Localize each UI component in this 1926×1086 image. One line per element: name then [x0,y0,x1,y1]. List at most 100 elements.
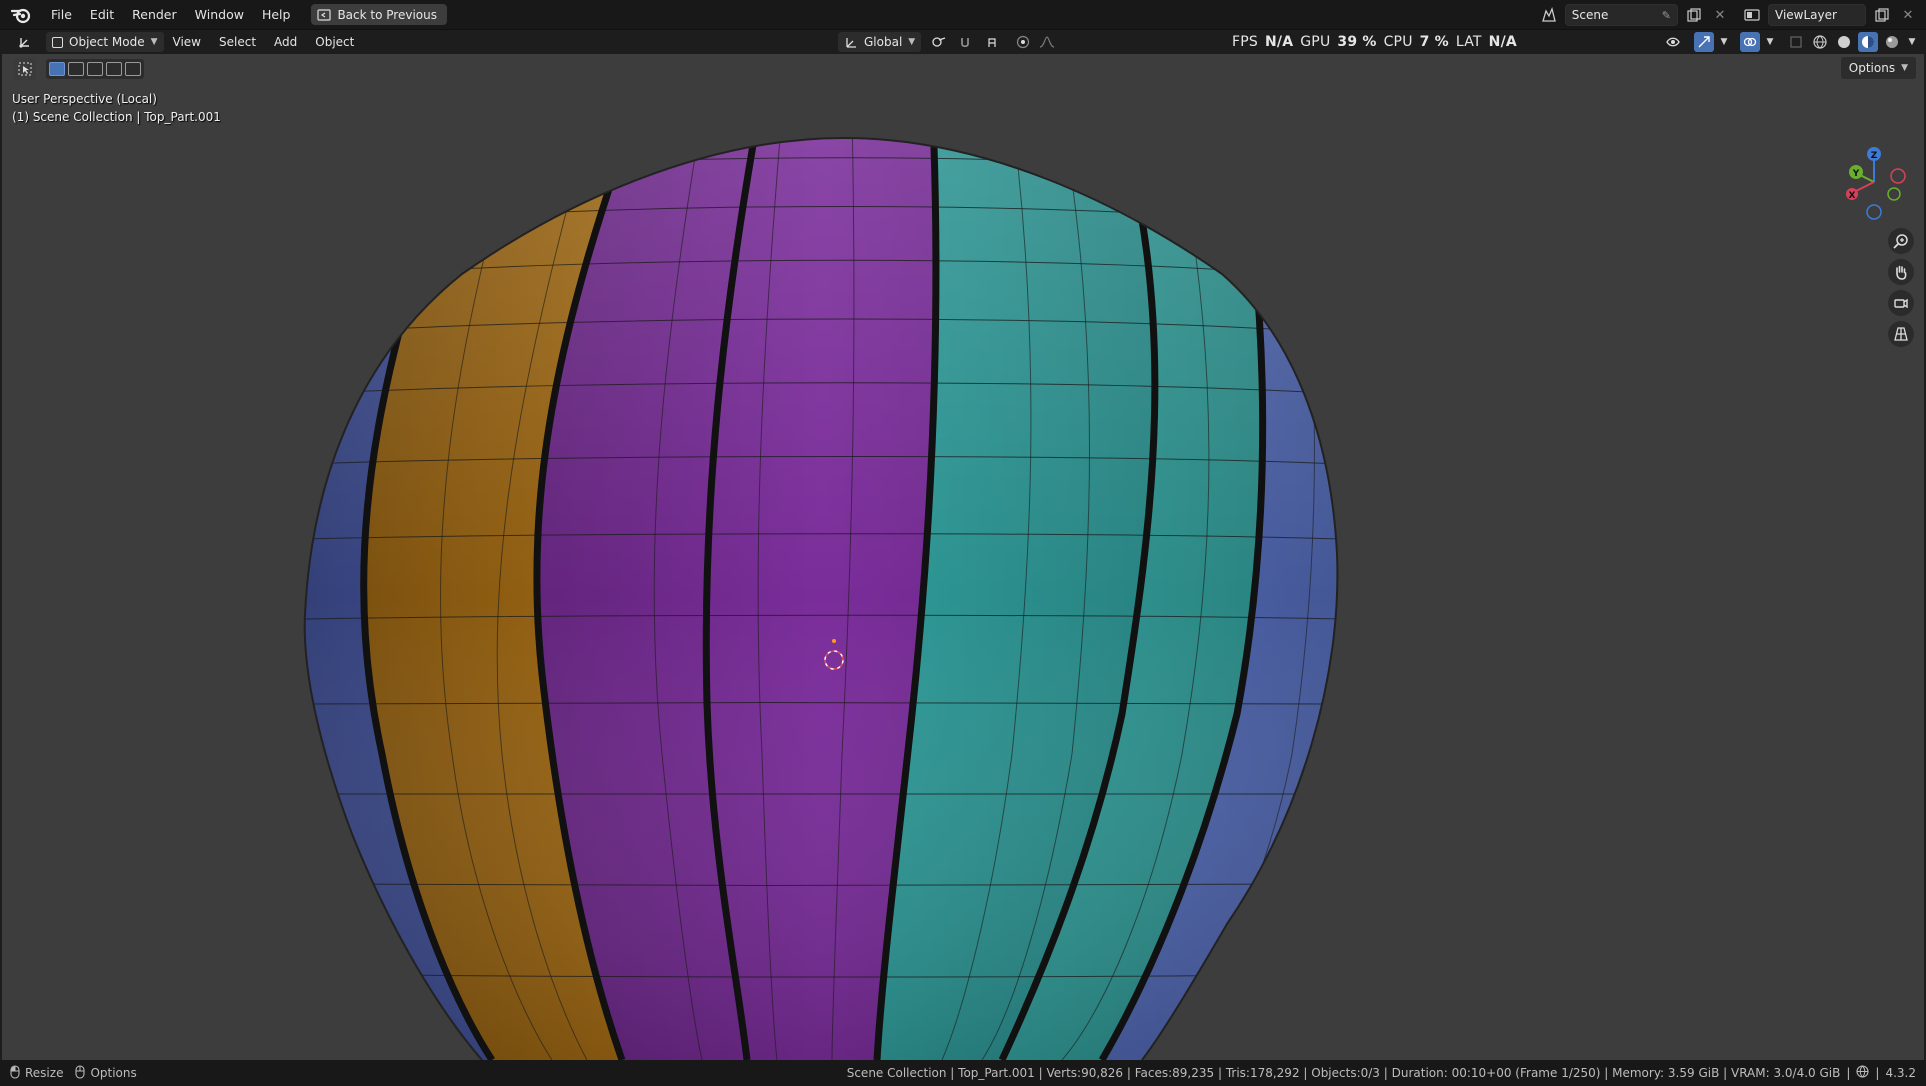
menu-help[interactable]: Help [253,4,300,26]
cpu-value: 7 % [1419,34,1449,50]
visibility-selectability-icon[interactable] [1660,32,1690,52]
gizmo-toggle-icon[interactable] [1694,32,1714,52]
chevron-down-icon: ▼ [1901,63,1908,73]
3d-viewport[interactable]: Z Y X [2,54,1924,1060]
material-preview-shading-icon[interactable] [1858,32,1878,52]
scene-name: Scene [1571,8,1609,22]
viewport-header: Object Mode ▼ View Select Add Object Glo… [0,30,1926,54]
extend-selection-icon[interactable] [68,62,84,76]
camera-view-icon[interactable] [1888,290,1914,316]
mouse-left-icon [10,1064,20,1082]
options-hint-label: Options [90,1066,137,1080]
blender-window: File Edit Render Window Help Back to Pre… [0,0,1926,1086]
wireframe-shading-icon[interactable] [1810,32,1830,52]
editor-type-icon[interactable] [16,32,36,52]
overlays-toggle-icon[interactable] [1740,32,1760,52]
lat-label: LAT [1455,34,1482,50]
orientation-axes-icon [846,38,856,48]
pin-icon[interactable]: ✎ [1662,9,1671,22]
rendered-shading-icon[interactable] [1882,32,1902,52]
proportional-editing-icon[interactable] [1013,32,1033,52]
perspective-toggle-icon[interactable] [1888,321,1914,347]
lat-value: N/A [1488,34,1517,50]
pan-hand-icon[interactable] [1888,259,1914,285]
menu-file[interactable]: File [42,4,81,26]
scene-controls: Scene ✎ ✕ ViewLayer ✕ [1539,4,1918,26]
falloff-icon[interactable] [1037,32,1057,52]
menu-edit[interactable]: Edit [81,4,123,26]
new-scene-icon[interactable] [1684,5,1704,25]
delete-view-layer-icon[interactable]: ✕ [1898,5,1918,25]
scene-statistics-text: Scene Collection | Top_Part.001 | Verts:… [846,1066,1841,1080]
chevron-down-icon[interactable]: ▼ [1718,32,1730,52]
chevron-down-icon[interactable]: ▼ [1764,32,1776,52]
navigation-tools [1888,228,1914,347]
blender-logo-icon[interactable] [8,2,34,28]
resize-hint: Resize [10,1064,63,1082]
snap-icon[interactable] [957,32,977,52]
gizmo-y-label: Y [1852,169,1860,179]
selection-mode-group [46,59,144,79]
gpu-value: 39 % [1337,34,1377,50]
transform-orientation-label: Global [864,35,903,49]
options-label: Options [1848,61,1896,75]
chevron-down-icon[interactable]: ▼ [1906,32,1918,52]
snap-target-icon[interactable] [981,32,1009,52]
object-mode-dropdown[interactable]: Object Mode ▼ [46,32,164,52]
invert-selection-icon[interactable] [106,62,122,76]
scene-selector-icon[interactable] [1539,5,1559,25]
transform-orientation-dropdown[interactable]: Global ▼ [838,32,922,52]
status-separator: | [1846,1066,1851,1080]
status-bar: Resize Options Scene Collection | Top_Pa… [0,1060,1926,1086]
subtract-selection-icon[interactable] [87,62,103,76]
options-dropdown[interactable]: Options ▼ [1840,57,1916,79]
top-menu-bar: File Edit Render Window Help Back to Pre… [0,0,1926,30]
tool-settings-row [14,58,144,80]
options-hint: Options [75,1064,137,1082]
viewport-menu-select[interactable]: Select [210,35,265,49]
back-to-previous-button[interactable]: Back to Previous [311,4,447,25]
zoom-icon[interactable] [1888,228,1914,254]
network-globe-icon[interactable] [1856,1065,1869,1081]
object-mode-label: Object Mode [69,35,145,49]
menu-render[interactable]: Render [123,4,186,26]
fps-value: N/A [1264,34,1294,50]
view-layer-name: ViewLayer [1775,8,1837,22]
chevron-down-icon: ▼ [150,37,158,47]
view-layer-icon[interactable] [1742,5,1762,25]
viewport-info-overlay: User Perspective (Local) (1) Scene Colle… [12,90,221,126]
delete-scene-icon[interactable]: ✕ [1710,5,1730,25]
cpu-label: CPU [1383,34,1413,50]
view-layer-field[interactable]: ViewLayer [1768,4,1866,26]
viewport-display-controls: ▼ ▼ ▼ [1660,32,1918,52]
intersect-selection-icon[interactable] [125,62,141,76]
gpu-label: GPU [1300,34,1331,50]
blender-version: 4.3.2 [1885,1066,1916,1080]
status-separator: | [1875,1066,1880,1080]
select-box-tool-icon[interactable] [14,58,36,80]
viewport-menu-add[interactable]: Add [265,35,306,49]
hot-air-balloon-mesh[interactable] [2,54,1924,1060]
back-to-previous-label: Back to Previous [337,7,437,22]
performance-stats: FPS N/A GPU 39 % CPU 7 % LAT N/A [1232,30,1517,54]
solid-shading-icon[interactable] [1834,32,1854,52]
viewport-menu-view[interactable]: View [164,35,210,49]
xray-toggle-icon[interactable] [1786,32,1806,52]
gizmo-z-label: Z [1871,151,1878,161]
chevron-down-icon: ▼ [908,37,916,47]
new-view-layer-icon[interactable] [1872,5,1892,25]
gizmo-x-label: X [1849,191,1856,201]
pivot-point-icon[interactable] [925,32,953,52]
perspective-label: User Perspective (Local) [12,92,157,106]
collection-label: (1) Scene Collection | Top_Part.001 [12,110,221,124]
mouse-right-icon [75,1064,86,1082]
object-mode-icon [52,36,63,48]
menu-window[interactable]: Window [186,4,253,26]
viewport-menu-object[interactable]: Object [306,35,363,49]
screen-back-icon [317,8,332,21]
scene-statistics: Scene Collection | Top_Part.001 | Verts:… [847,1060,1916,1086]
navigation-gizmo[interactable]: Z Y X [1838,144,1912,224]
scene-name-field[interactable]: Scene ✎ [1564,4,1678,26]
set-new-selection-icon[interactable] [49,62,65,76]
transform-tools: Global ▼ [838,30,1057,54]
